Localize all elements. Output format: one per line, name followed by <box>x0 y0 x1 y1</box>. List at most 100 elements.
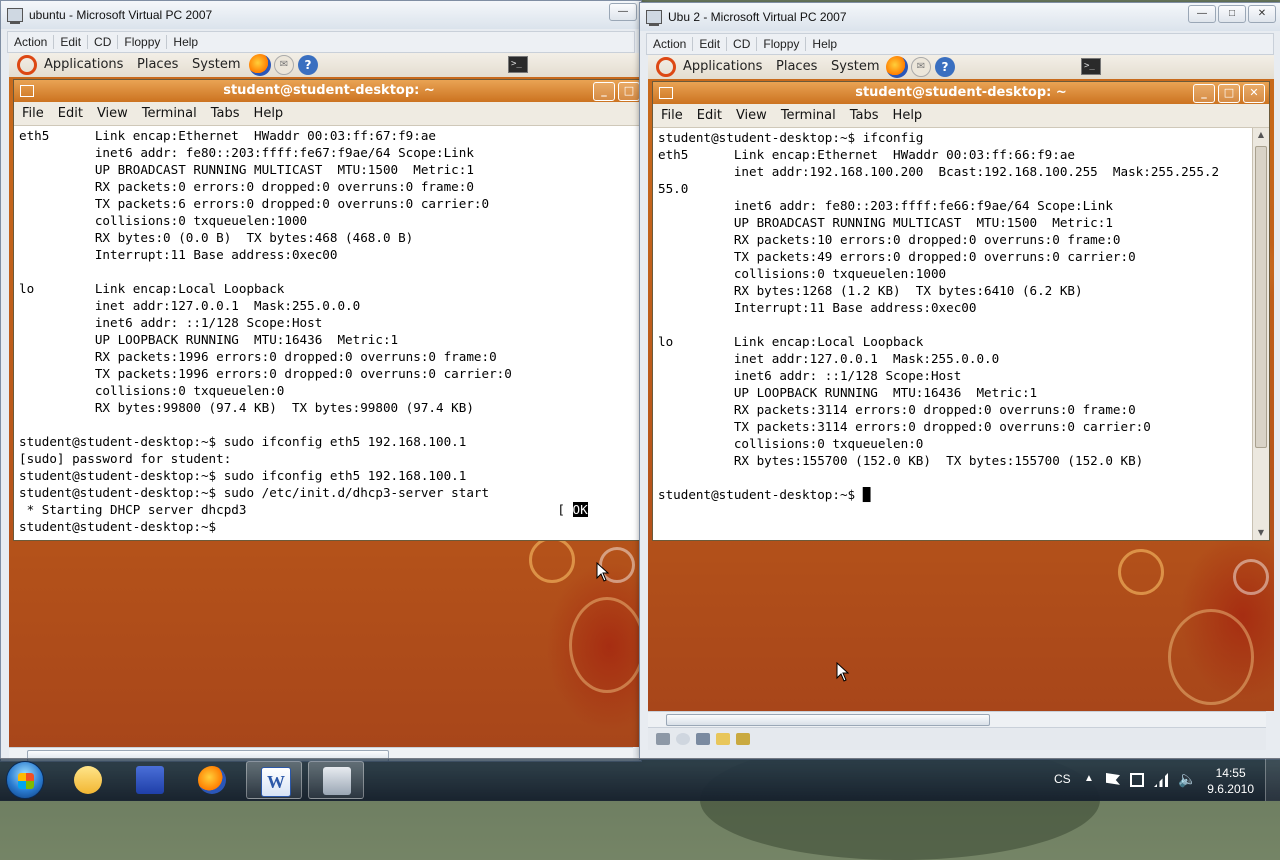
left-terminal-titlebar[interactable]: student@student-desktop: ~ _ □ <box>14 80 641 102</box>
network-icon[interactable] <box>1130 773 1144 787</box>
applications-menu[interactable]: Applications <box>44 57 123 72</box>
maximize-button[interactable]: □ <box>618 82 640 101</box>
taskbar-outlook[interactable] <box>60 761 116 799</box>
left-vpc-window: ubuntu - Microsoft Virtual PC 2007 — Act… <box>0 0 642 762</box>
menu-edit[interactable]: Edit <box>54 35 87 49</box>
language-indicator[interactable]: CS <box>1054 772 1071 786</box>
terminal-line: student@student-desktop:~$ sudo /etc/ini… <box>19 485 490 500</box>
action-center-flag-icon[interactable] <box>1106 773 1120 785</box>
terminal-icon[interactable]: >_ <box>508 56 528 73</box>
menu-cd[interactable]: CD <box>88 35 117 49</box>
right-terminal-titlebar[interactable]: student@student-desktop: ~ _ □ ✕ <box>653 82 1269 104</box>
menu-file[interactable]: File <box>22 106 44 121</box>
virtual-pc-icon <box>323 767 351 795</box>
minimize-button[interactable]: _ <box>1193 84 1215 103</box>
close-button[interactable]: ✕ <box>1248 5 1276 23</box>
applications-menu[interactable]: Applications <box>683 59 762 74</box>
ubuntu-logo-icon <box>17 55 37 75</box>
outlook-icon <box>74 766 102 794</box>
menu-edit[interactable]: Edit <box>697 108 722 123</box>
taskbar-word[interactable]: W <box>246 761 302 799</box>
terminal-line: inet6 addr: ::1/128 Scope:Host <box>19 315 323 330</box>
right-horizontal-scrollbar[interactable] <box>648 711 1266 727</box>
right-vpc-statusbar <box>648 727 1266 750</box>
menu-terminal[interactable]: Terminal <box>781 108 836 123</box>
menu-tabs[interactable]: Tabs <box>211 106 240 121</box>
menu-terminal[interactable]: Terminal <box>142 106 197 121</box>
terminal-line: RX bytes:99800 (97.4 KB) TX bytes:99800 … <box>19 400 474 415</box>
menu-action[interactable]: Action <box>8 35 53 49</box>
menu-floppy[interactable]: Floppy <box>118 35 166 49</box>
menu-cd[interactable]: CD <box>727 37 756 51</box>
settings-icon[interactable] <box>736 733 750 745</box>
terminal-line: Interrupt:11 Base address:0xec00 <box>658 300 977 315</box>
right-terminal-menubar: File Edit View Terminal Tabs Help <box>653 104 1269 128</box>
right-terminal-output[interactable]: student@student-desktop:~$ ifconfig eth5 … <box>653 128 1253 540</box>
system-clock[interactable]: 14:55 9.6.2010 <box>1207 765 1254 797</box>
terminal-line: * Starting DHCP server dhcpd3 [ OK <box>19 502 588 517</box>
firefox-icon[interactable] <box>886 56 908 78</box>
shared-folder-icon[interactable] <box>716 733 730 745</box>
menu-help[interactable]: Help <box>254 106 284 121</box>
menu-edit[interactable]: Edit <box>693 37 726 51</box>
floppy-icon[interactable] <box>696 733 710 745</box>
right-vpc-title: Ubu 2 - Microsoft Virtual PC 2007 <box>668 10 847 24</box>
places-menu[interactable]: Places <box>137 57 178 72</box>
close-button[interactable]: ✕ <box>1243 84 1265 103</box>
signal-icon[interactable] <box>1154 773 1168 787</box>
maximize-button[interactable]: □ <box>1218 5 1246 23</box>
menu-edit[interactable]: Edit <box>58 106 83 121</box>
minimize-button[interactable]: _ <box>593 82 615 101</box>
terminal-icon[interactable]: >_ <box>1081 58 1101 75</box>
menu-view[interactable]: View <box>97 106 128 121</box>
terminal-line: inet6 addr: fe80::203:ffff:fe66:f9ae/64 … <box>658 198 1113 213</box>
help-icon[interactable]: ? <box>298 55 318 75</box>
taskbar-virtual-pc[interactable] <box>308 761 364 799</box>
terminal-line: inet6 addr: fe80::203:ffff:fe67:f9ae/64 … <box>19 145 474 160</box>
cd-icon[interactable] <box>676 733 690 745</box>
help-icon[interactable]: ? <box>935 57 955 77</box>
left-terminal-output[interactable]: eth5 Link encap:Ethernet HWaddr 00:03:ff… <box>14 126 641 540</box>
maximize-button[interactable]: □ <box>1218 84 1240 103</box>
minimize-button[interactable]: — <box>1188 5 1216 23</box>
system-menu[interactable]: System <box>192 57 240 72</box>
menu-help[interactable]: Help <box>893 108 923 123</box>
terminal-line: UP LOOPBACK RUNNING MTU:16436 Metric:1 <box>19 332 399 347</box>
terminal-prompt: student@student-desktop:~$ █ <box>658 487 871 502</box>
right-gnome-panel: Applications Places System ✉ ? >_ <box>648 55 1274 80</box>
virtual-pc-icon <box>646 10 662 26</box>
menu-tabs[interactable]: Tabs <box>850 108 879 123</box>
left-vpc-titlebar[interactable]: ubuntu - Microsoft Virtual PC 2007 — <box>1 1 641 29</box>
taskbar-firefox[interactable] <box>184 761 240 799</box>
network-icon[interactable] <box>656 733 670 745</box>
start-button[interactable] <box>6 761 44 799</box>
right-vpc-titlebar[interactable]: Ubu 2 - Microsoft Virtual PC 2007 — □ ✕ <box>640 3 1280 31</box>
minimize-button[interactable]: — <box>609 3 637 21</box>
menu-floppy[interactable]: Floppy <box>757 37 805 51</box>
right-vpc-menubar: Action Edit CD Floppy Help <box>646 33 1274 55</box>
menu-file[interactable]: File <box>661 108 683 123</box>
firefox-icon[interactable] <box>249 54 271 76</box>
scroll-thumb[interactable] <box>1255 146 1267 448</box>
show-hidden-icons[interactable]: ▲ <box>1084 773 1094 784</box>
terminal-line: RX bytes:0 (0.0 B) TX bytes:468 (468.0 B… <box>19 230 414 245</box>
terminal-line: RX packets:0 errors:0 dropped:0 overruns… <box>19 179 474 194</box>
taskbar-save[interactable] <box>122 761 178 799</box>
left-guest-screen: Applications Places System ✉ ? >_ studen… <box>9 53 641 747</box>
menu-help[interactable]: Help <box>167 35 204 49</box>
mail-icon[interactable]: ✉ <box>274 55 294 75</box>
menu-view[interactable]: View <box>736 108 767 123</box>
menu-help[interactable]: Help <box>806 37 843 51</box>
system-menu[interactable]: System <box>831 59 879 74</box>
terminal-line: [sudo] password for student: <box>19 451 232 466</box>
mail-icon[interactable]: ✉ <box>911 57 931 77</box>
terminal-line: lo Link encap:Local Loopback <box>19 281 285 296</box>
menu-action[interactable]: Action <box>647 37 692 51</box>
places-menu[interactable]: Places <box>776 59 817 74</box>
terminal-line: TX packets:49 errors:0 dropped:0 overrun… <box>658 249 1136 264</box>
show-desktop-button[interactable] <box>1265 759 1280 801</box>
scroll-thumb[interactable] <box>666 714 990 726</box>
volume-icon[interactable]: 🔈 <box>1178 770 1197 788</box>
right-terminal-scrollbar[interactable]: ▲ ▼ <box>1252 128 1269 540</box>
